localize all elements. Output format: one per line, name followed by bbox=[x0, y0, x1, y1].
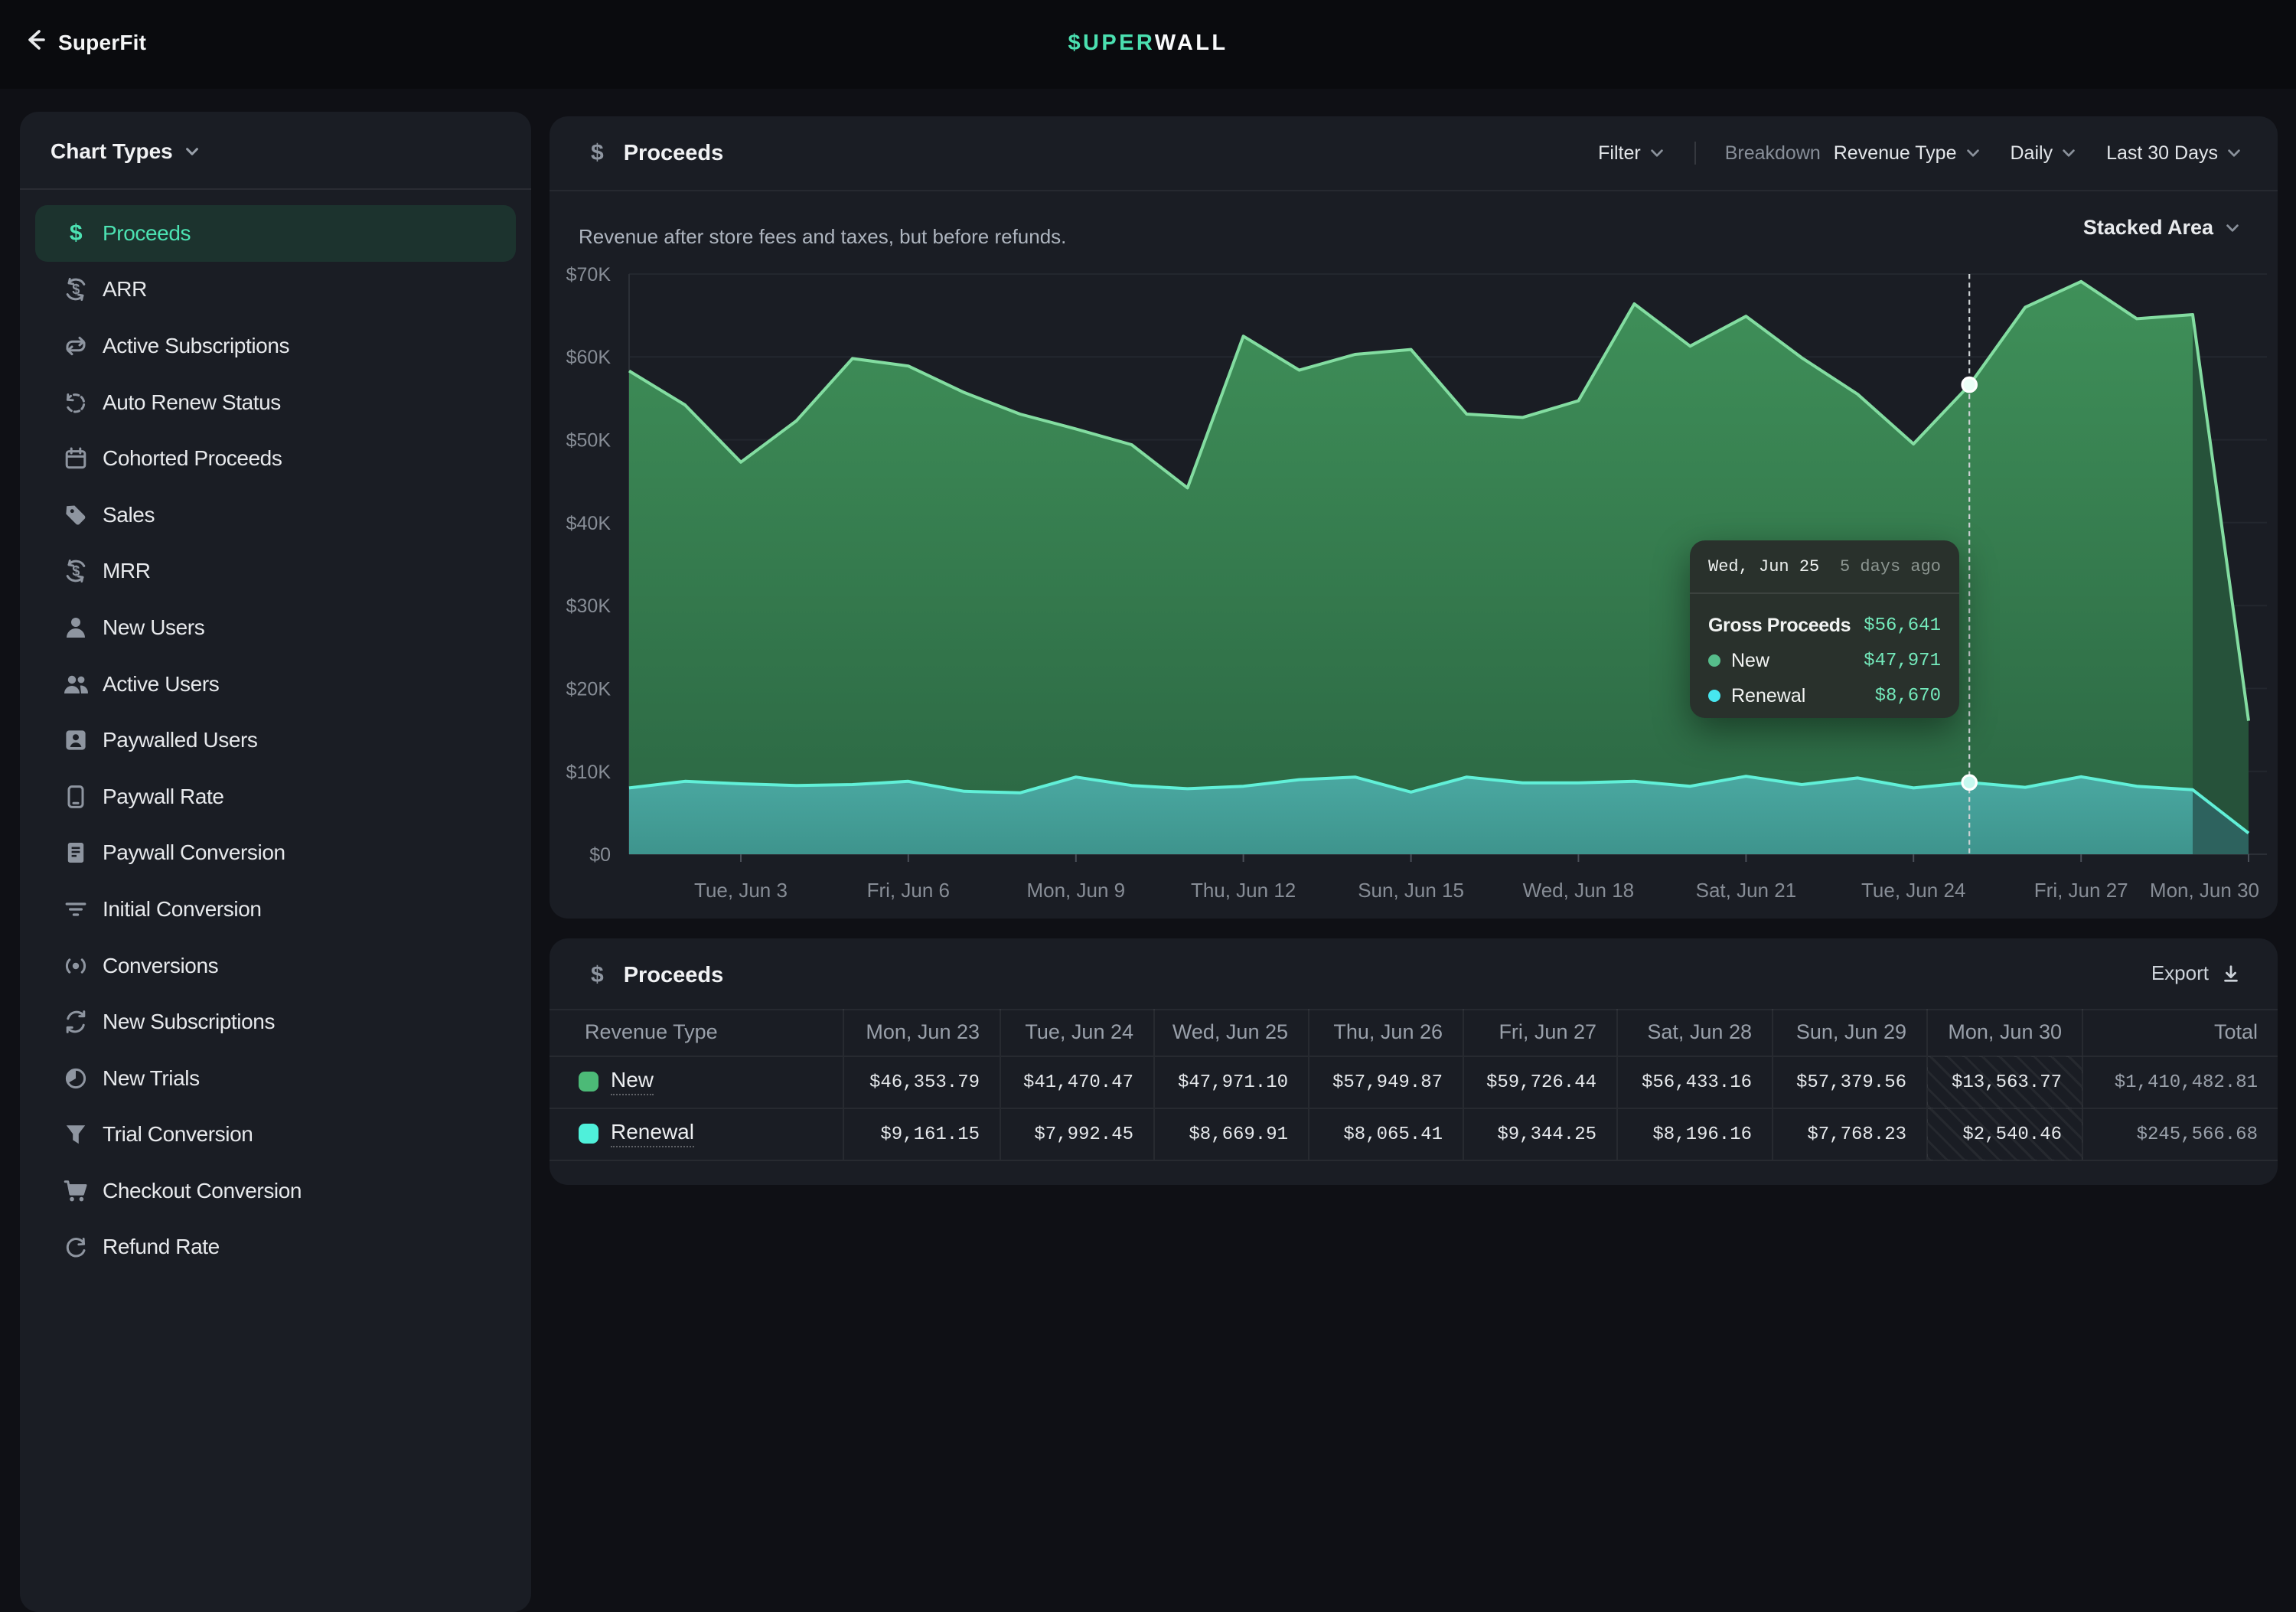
svg-text:$: $ bbox=[72, 564, 80, 579]
svg-text:Sun, Jun 15: Sun, Jun 15 bbox=[1358, 879, 1464, 902]
svg-text:Tue, Jun 3: Tue, Jun 3 bbox=[694, 879, 788, 902]
svg-text:Thu, Jun 12: Thu, Jun 12 bbox=[1191, 879, 1296, 902]
svg-text:$30K: $30K bbox=[566, 596, 612, 617]
svg-text:Mon, Jun 30: Mon, Jun 30 bbox=[2150, 879, 2259, 902]
svg-text:Tue, Jun 24: Tue, Jun 24 bbox=[1861, 879, 1965, 902]
svg-text:$70K: $70K bbox=[566, 264, 612, 286]
svg-text:$40K: $40K bbox=[566, 513, 612, 534]
svg-text:$50K: $50K bbox=[566, 430, 612, 452]
svg-text:$: $ bbox=[72, 282, 80, 298]
svg-text:$60K: $60K bbox=[566, 347, 612, 368]
svg-text:$10K: $10K bbox=[566, 762, 612, 783]
svg-text:$20K: $20K bbox=[566, 678, 612, 700]
svg-text:Fri, Jun 6: Fri, Jun 6 bbox=[867, 879, 950, 902]
svg-text:Wed, Jun 18: Wed, Jun 18 bbox=[1523, 879, 1635, 902]
svg-text:Sat, Jun 21: Sat, Jun 21 bbox=[1696, 879, 1797, 902]
svg-text:$0: $0 bbox=[589, 844, 611, 866]
svg-text:Mon, Jun 9: Mon, Jun 9 bbox=[1026, 879, 1125, 902]
svg-text:Fri, Jun 27: Fri, Jun 27 bbox=[2034, 879, 2128, 902]
